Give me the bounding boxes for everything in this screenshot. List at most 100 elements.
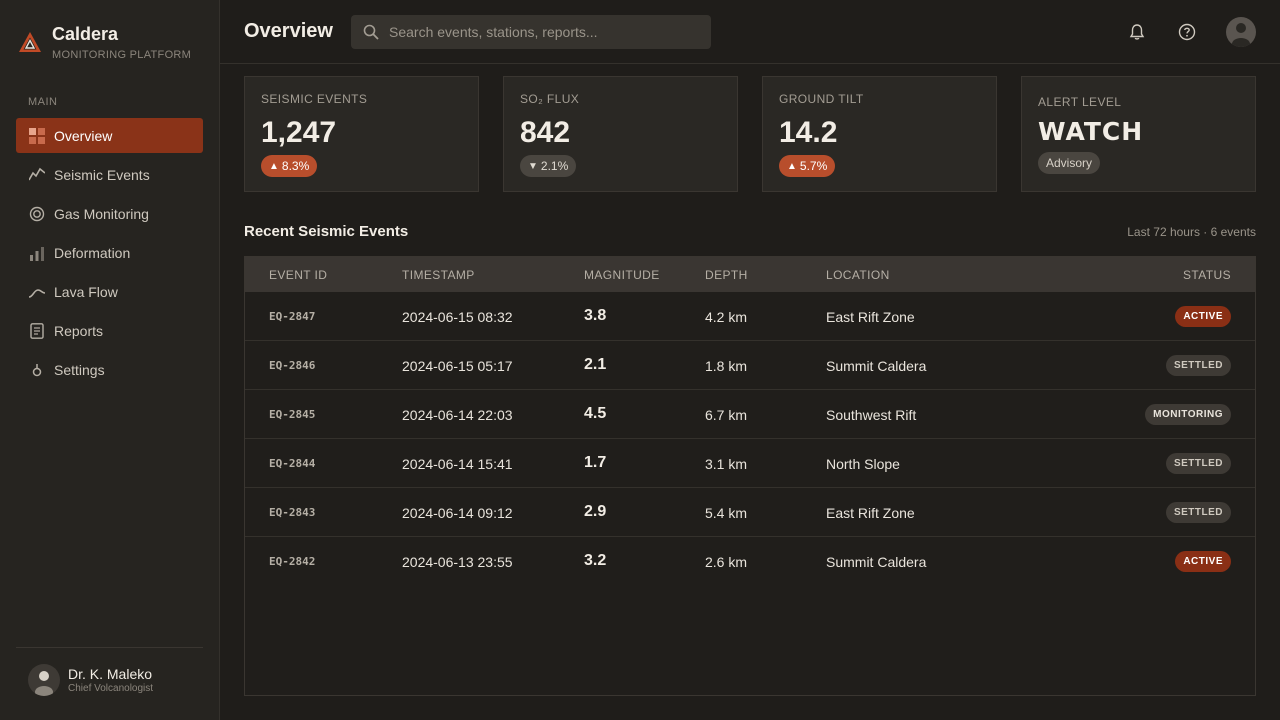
user-role: Chief Volcanologist [68, 683, 154, 694]
event-timestamp: 2024-06-13 23:55 [402, 554, 513, 570]
event-depth: 2.6 km [705, 554, 748, 570]
section-meta: Last 72 hours · 6 events [1127, 225, 1256, 239]
table-row[interactable]: EQ-2843 2024-06-14 09:12 2.9 5.4 km East… [245, 488, 1255, 537]
settings-icon [28, 361, 46, 379]
event-location: East Rift Zone [826, 505, 915, 521]
event-depth: 1.8 km [705, 358, 748, 374]
stat-label: SEISMIC EVENTS [261, 92, 368, 106]
stat-card-so2-flux[interactable]: SO₂ FLUX 842 ▼ 2.1% [503, 76, 738, 192]
sidebar-item-label: Seismic Events [54, 166, 150, 183]
change-value: 2.1% [540, 159, 569, 173]
triangle-up-icon: ▲ [269, 160, 279, 172]
stat-card-alert-level[interactable]: ALERT LEVEL WATCH Advisory [1021, 76, 1256, 192]
target-icon [28, 205, 46, 223]
table-row[interactable]: EQ-2842 2024-06-13 23:55 3.2 2.6 km Summ… [245, 537, 1255, 586]
stat-card-seismic-events[interactable]: SEISMIC EVENTS 1,247 ▲ 8.3% [244, 76, 479, 192]
event-magnitude: 2.9 [584, 503, 607, 520]
sidebar-item-label: Lava Flow [54, 283, 118, 300]
event-location: Summit Caldera [826, 554, 927, 570]
event-timestamp: 2024-06-15 05:17 [402, 358, 513, 374]
table-header: EVENT ID TIMESTAMP MAGNITUDE DEPTH LOCAT… [245, 257, 1255, 292]
event-magnitude: 1.7 [584, 454, 607, 471]
sidebar-item-label: Reports [54, 322, 104, 339]
help-button[interactable] [1175, 20, 1199, 44]
event-location: Southwest Rift [826, 407, 917, 423]
event-magnitude: 2.1 [584, 356, 607, 373]
sidebar-item-overview[interactable]: Overview [16, 118, 203, 153]
stat-label: SO₂ FLUX [520, 92, 580, 106]
status-badge: ACTIVE [1175, 306, 1231, 327]
event-timestamp: 2024-06-14 09:12 [402, 505, 513, 521]
sidebar-nav: Overview Seismic Events Gas Monitoring D… [16, 118, 203, 391]
stat-card-ground-tilt[interactable]: GROUND TILT 14.2 ▲ 5.7% [762, 76, 997, 192]
event-magnitude: 3.2 [584, 552, 607, 569]
search-icon [363, 24, 379, 40]
change-badge: ▲ 5.7% [779, 155, 836, 177]
change-badge: ▲ 8.3% [261, 155, 318, 177]
table-row[interactable]: EQ-2847 2024-06-15 08:32 3.8 4.2 km East… [245, 292, 1255, 341]
column-header-depth[interactable]: DEPTH [705, 268, 748, 282]
sidebar-item-deformation[interactable]: Deformation [16, 235, 203, 270]
volcano-logo-icon [19, 32, 41, 52]
sidebar-item-label: Overview [54, 127, 113, 144]
events-table: EVENT ID TIMESTAMP MAGNITUDE DEPTH LOCAT… [244, 256, 1256, 696]
column-header-timestamp[interactable]: TIMESTAMP [402, 268, 475, 282]
sidebar-item-label: Gas Monitoring [54, 205, 149, 222]
user-profile[interactable]: Dr. K. Maleko Chief Volcanologist [28, 664, 208, 696]
sidebar-item-reports[interactable]: Reports [16, 313, 203, 348]
event-id: EQ-2845 [269, 408, 316, 421]
event-id: EQ-2842 [269, 555, 316, 568]
table-row[interactable]: EQ-2845 2024-06-14 22:03 4.5 6.7 km Sout… [245, 390, 1255, 439]
event-depth: 5.4 km [705, 505, 748, 521]
event-id: EQ-2844 [269, 457, 316, 470]
stat-value: 14.2 [779, 116, 838, 149]
column-header-location[interactable]: LOCATION [826, 268, 890, 282]
sidebar-item-seismic-events[interactable]: Seismic Events [16, 157, 203, 192]
brand-subtitle: MONITORING PLATFORM [52, 49, 192, 61]
search-input[interactable] [389, 24, 689, 40]
account-avatar[interactable] [1226, 17, 1256, 47]
notifications-button[interactable] [1125, 20, 1149, 44]
status-badge: MONITORING [1145, 404, 1231, 425]
brand[interactable]: Caldera MONITORING PLATFORM [16, 22, 206, 66]
sidebar: Caldera MONITORING PLATFORM MAIN Overvie… [0, 0, 220, 720]
grid-icon [28, 127, 46, 145]
sidebar-item-gas-monitoring[interactable]: Gas Monitoring [16, 196, 203, 231]
sidebar-item-settings[interactable]: Settings [16, 352, 203, 387]
event-location: Summit Caldera [826, 358, 927, 374]
column-header-status[interactable]: STATUS [1183, 268, 1231, 282]
waveform-icon [28, 166, 46, 184]
event-id: EQ-2847 [269, 310, 316, 323]
column-header-event-id[interactable]: EVENT ID [269, 268, 327, 282]
avatar [28, 664, 60, 696]
status-badge: SETTLED [1165, 453, 1231, 474]
change-value: 8.3% [281, 159, 310, 173]
page-title: Overview [244, 20, 333, 42]
change-badge: ▼ 2.1% [520, 155, 577, 177]
event-timestamp: 2024-06-14 15:41 [402, 456, 513, 472]
event-location: North Slope [826, 456, 900, 472]
document-icon [28, 322, 46, 340]
advisory-tag: Advisory [1038, 152, 1101, 174]
sidebar-item-lava-flow[interactable]: Lava Flow [16, 274, 203, 309]
nav-section-label: MAIN [28, 96, 58, 108]
event-magnitude: 4.5 [584, 405, 607, 422]
stat-value: 1,247 [261, 116, 337, 149]
sidebar-item-label: Deformation [54, 244, 131, 261]
status-badge: SETTLED [1165, 502, 1231, 523]
event-id: EQ-2843 [269, 506, 316, 519]
triangle-up-icon: ▲ [787, 160, 797, 172]
change-value: 5.7% [799, 159, 828, 173]
table-row[interactable]: EQ-2844 2024-06-14 15:41 1.7 3.1 km Nort… [245, 439, 1255, 488]
brand-name: Caldera [52, 24, 119, 44]
status-badge: SETTLED [1165, 355, 1231, 376]
column-header-magnitude[interactable]: MAGNITUDE [584, 268, 660, 282]
bars-icon [28, 244, 46, 262]
stat-label: GROUND TILT [779, 92, 864, 106]
bell-icon [1129, 24, 1145, 40]
event-magnitude: 3.8 [584, 307, 607, 324]
flow-line-icon [28, 283, 46, 301]
search-bar[interactable] [351, 15, 711, 49]
table-row[interactable]: EQ-2846 2024-06-15 05:17 2.1 1.8 km Summ… [245, 341, 1255, 390]
event-depth: 4.2 km [705, 309, 748, 325]
